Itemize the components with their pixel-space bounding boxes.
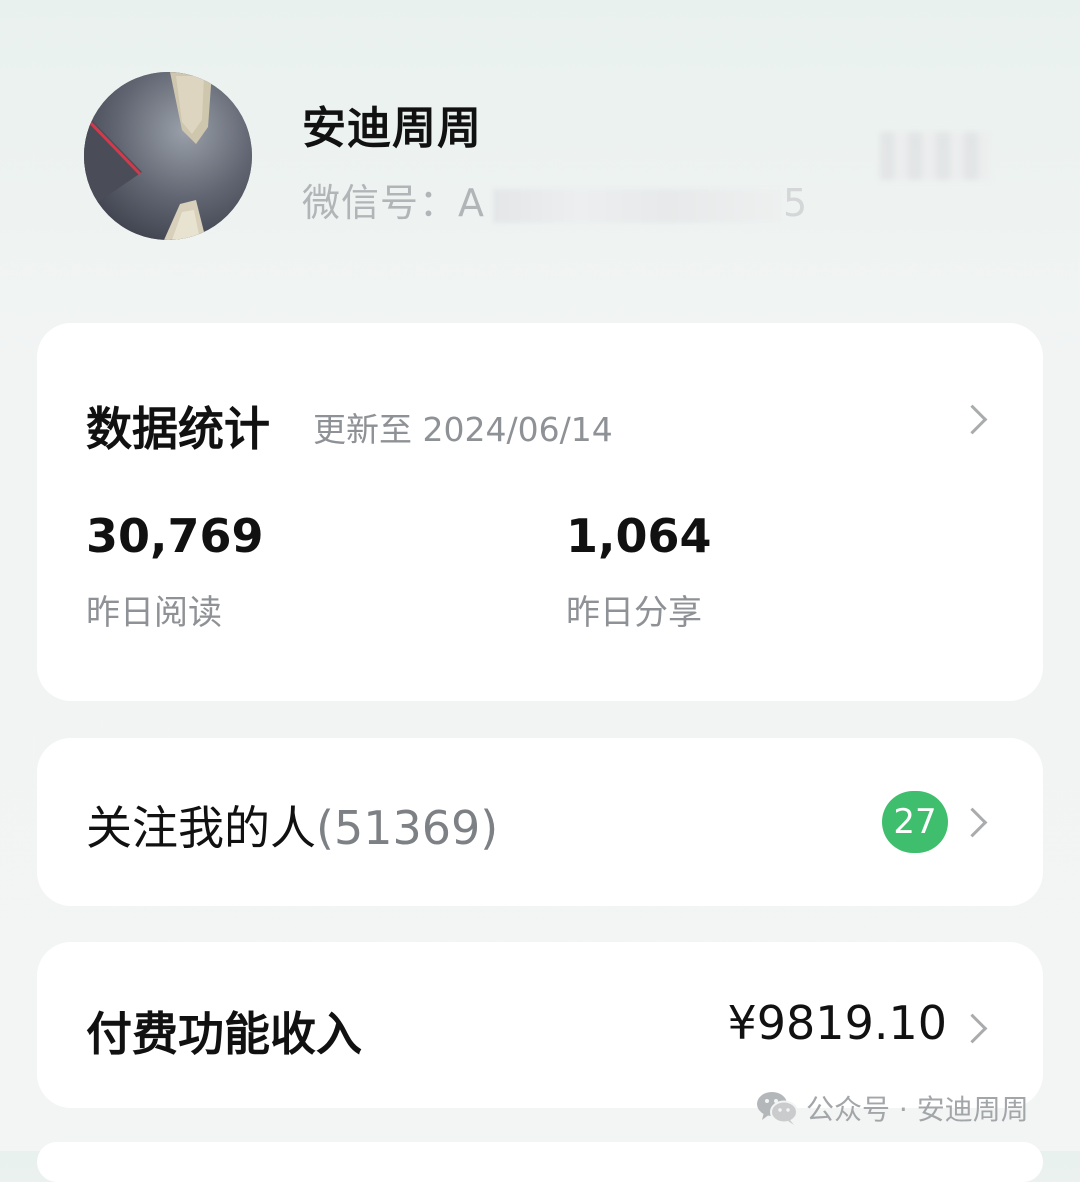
- paid-income-label: 付费功能收入: [86, 1007, 362, 1061]
- followers-label-group: 关注我的人(51369): [86, 792, 498, 858]
- watermark-text: 公众号 · 安迪周周: [806, 1093, 1029, 1126]
- yesterday-shares-label: 昨日分享: [566, 593, 702, 633]
- avatar-image: [84, 72, 252, 240]
- wechat-id-label: 微信号：A: [302, 181, 485, 225]
- yesterday-shares-value: 1,064: [566, 509, 712, 563]
- stats-card[interactable]: 数据统计 更新至 2024/06/14 30,769 昨日阅读 1,064 昨日…: [37, 323, 1043, 701]
- paid-income-row[interactable]: 付费功能收入 ¥9819.10: [37, 942, 1043, 1108]
- chevron-right-icon[interactable]: [957, 1013, 988, 1044]
- watermark: 公众号 · 安迪周周: [756, 1088, 1029, 1128]
- followers-row[interactable]: 关注我的人(51369) 27: [37, 738, 1043, 906]
- account-name: 安迪周周: [302, 103, 482, 154]
- stats-updated-date: 更新至 2024/06/14: [313, 410, 613, 449]
- qr-code-icon[interactable]: [880, 132, 990, 180]
- yesterday-reads-label: 昨日阅读: [86, 593, 222, 633]
- stats-title: 数据统计: [86, 402, 270, 456]
- wechat-id: 微信号：A 5: [302, 172, 808, 227]
- wechat-id-suffix: 5: [783, 181, 809, 225]
- paid-income-value: ¥9819.10: [727, 996, 948, 1050]
- avatar[interactable]: [84, 72, 252, 240]
- new-followers-badge: 27: [882, 791, 948, 853]
- next-card[interactable]: [37, 1142, 1043, 1182]
- wechat-id-masked: [493, 188, 783, 223]
- followers-label: 关注我的人: [86, 801, 316, 855]
- chevron-right-icon[interactable]: [957, 404, 988, 435]
- chevron-right-icon[interactable]: [957, 807, 988, 838]
- wechat-logo-icon: [756, 1090, 798, 1126]
- yesterday-reads-value: 30,769: [86, 509, 264, 563]
- profile-header: 安迪周周 微信号：A 5: [0, 0, 1080, 300]
- followers-count: (51369): [316, 801, 499, 855]
